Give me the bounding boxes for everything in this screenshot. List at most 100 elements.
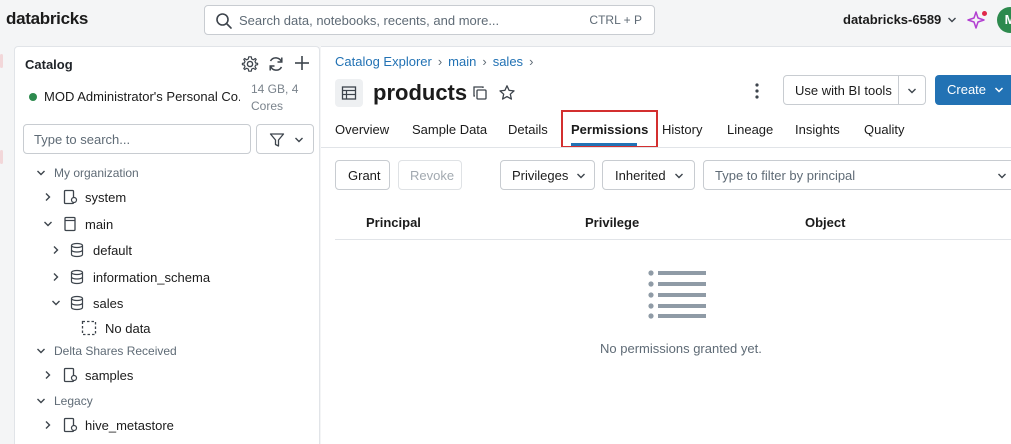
tab-history[interactable]: History — [662, 122, 702, 137]
chevron-down-icon — [998, 173, 1006, 179]
search-shortcut: CTRL + P — [589, 13, 642, 27]
breadcrumb-catalog-explorer[interactable]: Catalog Explorer — [335, 54, 432, 69]
table-type-icon-box — [335, 79, 363, 107]
breadcrumb: Catalog Explorer › main › sales › — [335, 54, 539, 69]
tab-sample-data[interactable]: Sample Data — [412, 122, 487, 137]
chevron-right-icon — [45, 371, 51, 379]
revoke-button[interactable]: Revoke — [398, 160, 462, 190]
databricks-logo[interactable]: databricks — [6, 9, 88, 29]
catalog-explorer-main: Catalog Explorer › main › sales › products Us… — [321, 46, 1011, 444]
chevron-down-icon — [37, 348, 45, 354]
tab-lineage[interactable]: Lineage — [727, 122, 773, 137]
chevron-down-icon — [295, 137, 303, 143]
tabs-divider — [321, 147, 1011, 148]
tree-item-sales[interactable]: sales — [15, 293, 315, 315]
create-button[interactable]: Create — [935, 75, 1011, 105]
rail-marker — [0, 150, 3, 164]
schema-database-icon — [70, 269, 84, 285]
table-header-divider — [335, 239, 1011, 240]
page-title: products — [373, 80, 468, 105]
tree-group-label: Delta Shares Received — [54, 344, 177, 358]
tree-group-label: Legacy — [54, 394, 93, 408]
search-icon — [216, 13, 232, 29]
tree-item-label: main — [85, 217, 114, 232]
tab-details[interactable]: Details — [508, 122, 548, 137]
tree-item-label: sales — [93, 296, 124, 311]
chevron-right-icon — [53, 273, 59, 281]
tree-item-label: default — [93, 243, 133, 258]
breadcrumb-sales[interactable]: sales — [493, 54, 523, 69]
column-header-privilege[interactable]: Privilege — [585, 215, 639, 230]
breadcrumb-main[interactable]: main — [448, 54, 476, 69]
grant-button[interactable]: Grant — [335, 160, 390, 190]
catalog-shared-icon — [63, 189, 78, 205]
tree-item-system[interactable]: system — [15, 187, 315, 209]
tree-item-information-schema[interactable]: information_schema — [15, 267, 315, 289]
principal-filter-placeholder: Type to filter by principal — [715, 168, 856, 183]
user-avatar[interactable]: M — [997, 7, 1011, 33]
column-header-object[interactable]: Object — [805, 215, 845, 230]
tree-group-legacy[interactable]: Legacy — [15, 391, 315, 413]
tree-item-no-data: No data — [15, 318, 315, 340]
inherited-label: Inherited — [615, 168, 666, 183]
principal-filter-input[interactable]: Type to filter by principal — [703, 160, 1011, 190]
global-search-input[interactable]: Search data, notebooks, recents, and mor… — [204, 5, 655, 35]
bi-tools-label: Use with BI tools — [795, 83, 892, 98]
breadcrumb-separator: › — [437, 54, 443, 69]
permissions-tab-highlight-box — [561, 110, 658, 148]
tree-group-my-organization[interactable]: My organization — [15, 163, 315, 185]
table-icon — [341, 86, 357, 100]
cluster-selector[interactable]: MOD Administrator's Personal Co... — [44, 89, 240, 104]
empty-state-message: No permissions granted yet. — [600, 341, 762, 356]
empty-list-icon — [648, 270, 706, 319]
chevron-down-icon — [52, 300, 60, 306]
tree-item-default[interactable]: default — [15, 240, 315, 262]
schema-database-icon — [70, 242, 84, 258]
chevron-right-icon — [53, 246, 59, 254]
filter-button[interactable] — [256, 124, 314, 154]
catalog-shared-icon — [63, 417, 78, 433]
tree-item-samples[interactable]: samples — [15, 365, 315, 387]
sidebar-title: Catalog — [25, 57, 73, 72]
privileges-label: Privileges — [512, 168, 569, 183]
chevron-down-icon — [675, 173, 683, 179]
star-icon[interactable] — [498, 84, 516, 102]
plus-icon[interactable] — [292, 53, 312, 73]
create-label: Create — [947, 82, 987, 97]
tree-item-hive-metastore[interactable]: hive_metastore — [15, 415, 315, 437]
more-options-icon[interactable] — [748, 81, 766, 101]
catalog-icon — [64, 216, 76, 232]
tree-item-label: No data — [105, 321, 151, 336]
tree-group-delta-shares[interactable]: Delta Shares Received — [15, 341, 315, 363]
tab-quality[interactable]: Quality — [864, 122, 904, 137]
empty-placeholder-icon — [81, 320, 97, 336]
chevron-down-icon — [37, 398, 45, 404]
gear-icon[interactable] — [241, 55, 259, 73]
chevron-down-icon — [577, 173, 585, 179]
cluster-status-dot — [29, 93, 37, 101]
chevron-down-icon[interactable] — [906, 85, 918, 97]
column-header-principal[interactable]: Principal — [366, 215, 421, 230]
chevron-down-icon — [37, 170, 45, 176]
chevron-down-icon — [947, 17, 956, 23]
catalog-shared-icon — [63, 367, 78, 383]
use-with-bi-tools-button[interactable]: Use with BI tools — [783, 75, 926, 105]
tree-item-main[interactable]: main — [15, 214, 315, 236]
workspace-switcher[interactable]: databricks-6589 — [843, 12, 957, 27]
catalog-search-input[interactable]: Type to search... — [23, 124, 251, 154]
chevron-down-icon — [44, 221, 52, 227]
grant-label: Grant — [348, 168, 381, 183]
refresh-icon[interactable] — [267, 55, 285, 73]
tree-item-label: hive_metastore — [85, 418, 174, 433]
copy-icon[interactable] — [472, 85, 488, 101]
tree-group-label: My organization — [54, 166, 139, 180]
privileges-dropdown[interactable]: Privileges — [500, 160, 595, 190]
inherited-dropdown[interactable]: Inherited — [602, 160, 695, 190]
notification-dot — [982, 11, 987, 16]
catalog-sidebar: Catalog MOD Administrator's Personal Co.… — [14, 46, 320, 444]
schema-database-icon — [70, 295, 84, 311]
rail-marker — [0, 54, 3, 68]
tab-overview[interactable]: Overview — [335, 122, 389, 137]
chevron-down-icon — [994, 87, 1004, 93]
tab-insights[interactable]: Insights — [795, 122, 840, 137]
